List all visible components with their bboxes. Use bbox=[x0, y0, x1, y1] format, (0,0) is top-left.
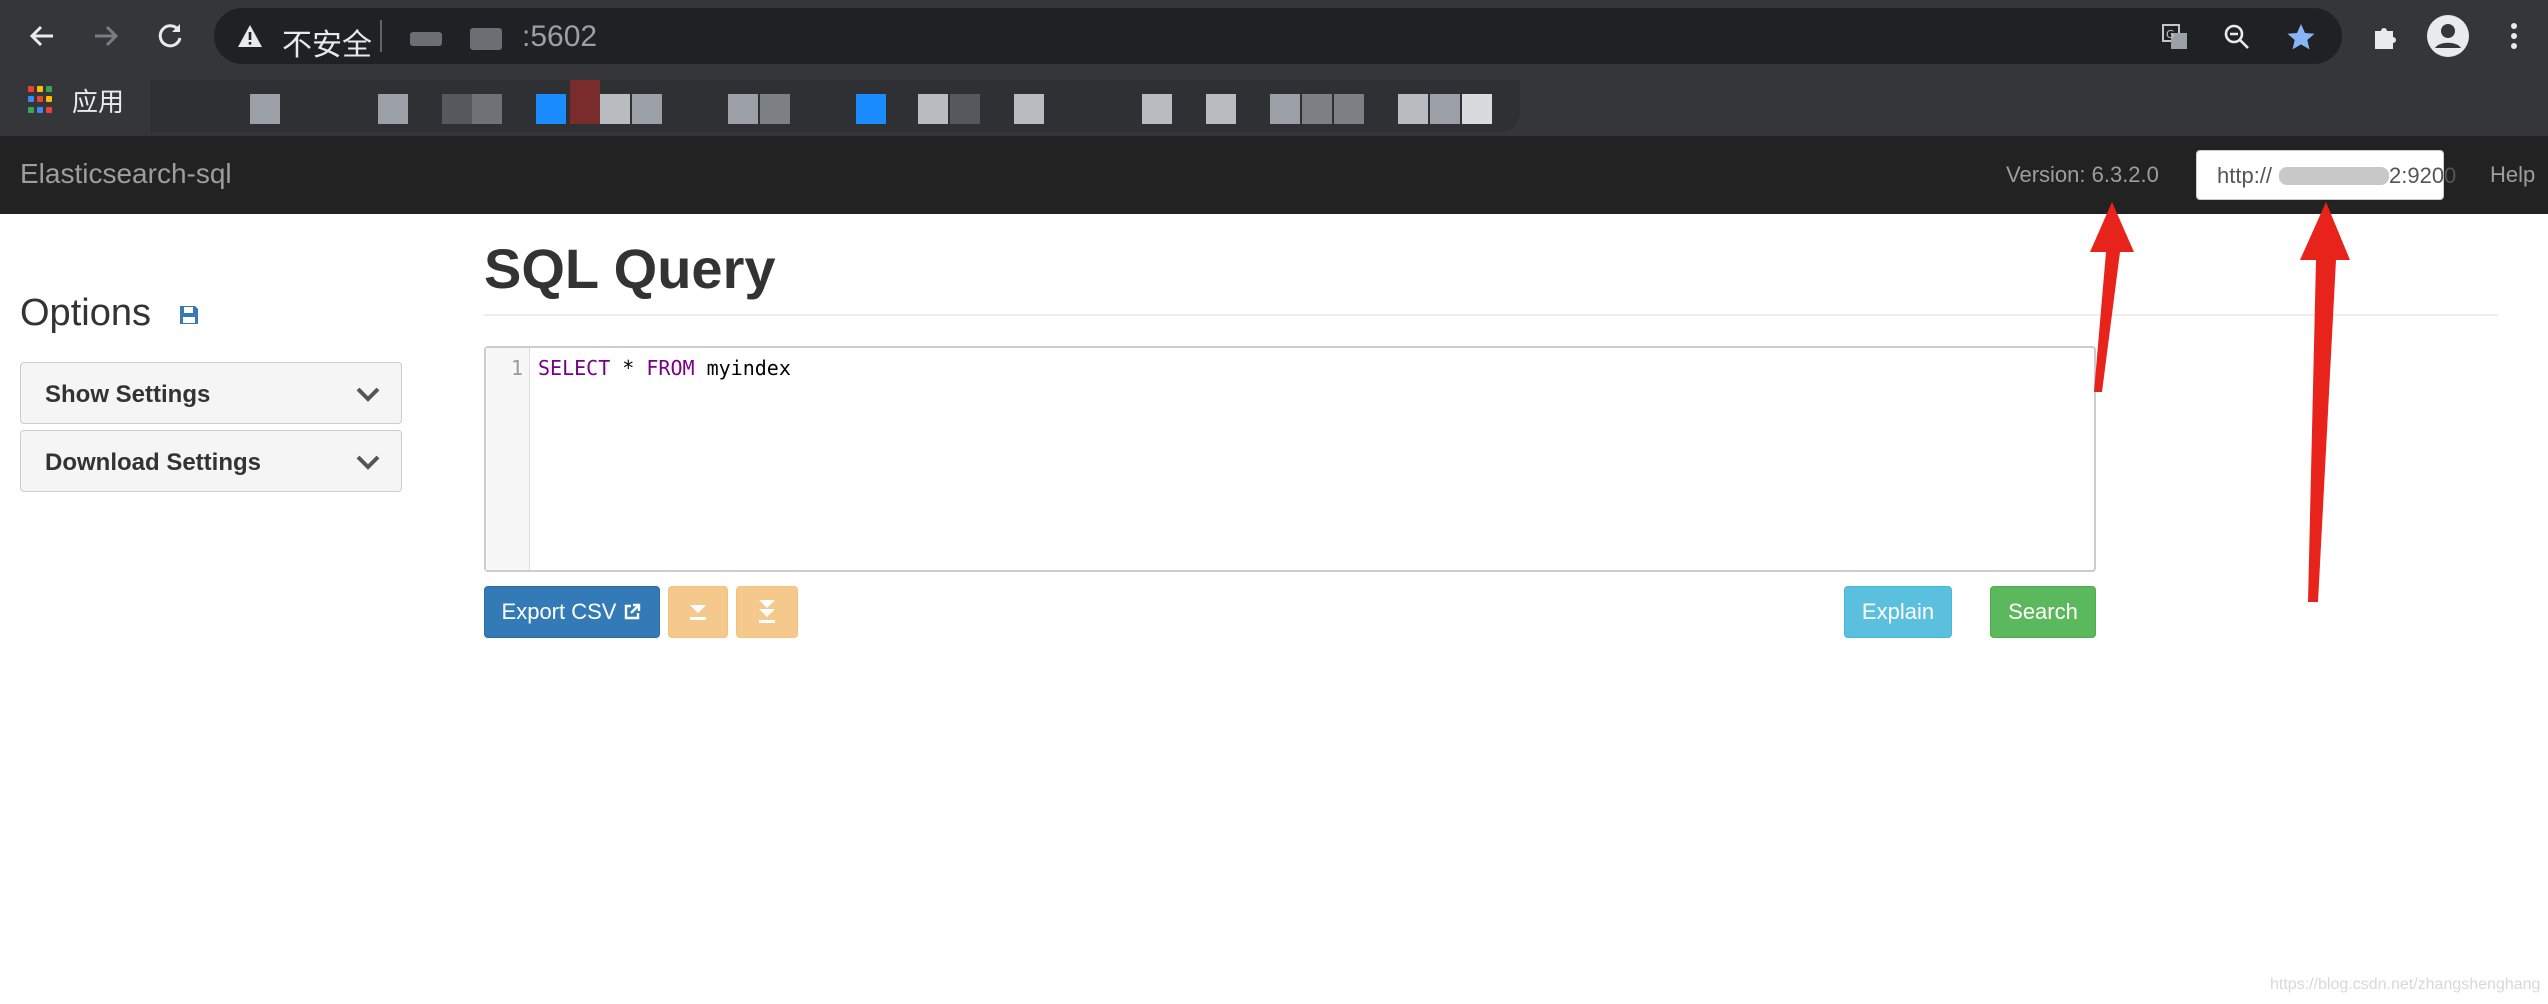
sql-code-line[interactable]: SELECT * FROM myindex bbox=[538, 356, 791, 380]
title-divider bbox=[484, 314, 2498, 316]
sql-table-name: myindex bbox=[694, 356, 791, 380]
translate-icon[interactable]: G bbox=[2160, 22, 2190, 52]
search-label: Search bbox=[2008, 599, 2078, 624]
host-prefix: http:// bbox=[2217, 163, 2273, 188]
redacted-bookmark bbox=[1462, 94, 1492, 124]
redacted-bookmark bbox=[1206, 94, 1236, 124]
profile-button[interactable] bbox=[2426, 14, 2470, 58]
apps-shortcut-label[interactable]: 应用 bbox=[72, 82, 124, 119]
redacted-bookmark bbox=[1334, 94, 1364, 124]
reload-icon bbox=[158, 24, 182, 48]
host-port: 2:9200 bbox=[2389, 163, 2457, 188]
bookmark-star-icon[interactable] bbox=[2286, 22, 2316, 52]
export-csv-button[interactable]: Export CSV bbox=[484, 586, 660, 638]
redacted-bookmark bbox=[472, 94, 502, 124]
search-button[interactable]: Search bbox=[1990, 586, 2096, 638]
save-icon[interactable] bbox=[178, 304, 200, 326]
show-settings-toggle[interactable]: Show Settings bbox=[20, 362, 402, 424]
redacted-bookmark bbox=[1142, 94, 1172, 124]
help-link[interactable]: Help bbox=[2490, 162, 2535, 188]
chevron-down-icon bbox=[356, 387, 380, 402]
options-heading: Options bbox=[20, 292, 151, 334]
zoom-out-icon[interactable] bbox=[2222, 22, 2252, 52]
browser-menu-button[interactable] bbox=[2492, 14, 2536, 58]
watermark: https://blog.csdn.net/zhangshenghang bbox=[2270, 976, 2541, 993]
page-title: SQL Query bbox=[484, 237, 776, 300]
show-settings-label: Show Settings bbox=[45, 381, 211, 408]
line-number: 1 bbox=[510, 356, 523, 380]
apps-grid-icon[interactable] bbox=[28, 86, 56, 114]
redacted-bookmark bbox=[250, 94, 280, 124]
export-csv-label: Export CSV bbox=[501, 599, 617, 624]
sql-star: * bbox=[610, 356, 647, 380]
redacted-bookmark bbox=[1270, 94, 1300, 124]
chevron-down-icon bbox=[356, 455, 380, 470]
redacted-bookmark bbox=[1398, 94, 1428, 124]
download-settings-toggle[interactable]: Download Settings bbox=[20, 430, 402, 492]
redacted-bookmark bbox=[728, 94, 758, 124]
extensions-button[interactable] bbox=[2364, 14, 2408, 58]
browser-toolbar: 不安全 :5602 G bbox=[0, 0, 2548, 72]
app-navbar: Elasticsearch-sql Version: 6.3.2.0 http:… bbox=[0, 136, 2548, 214]
version-label: Version: 6.3.2.0 bbox=[2006, 162, 2159, 187]
annotation-arrow-host bbox=[2300, 202, 2350, 602]
redacted-bookmark bbox=[918, 94, 948, 124]
redacted-bookmark bbox=[600, 94, 630, 124]
security-label: 不安全 bbox=[282, 28, 372, 63]
share-external-icon bbox=[625, 603, 641, 620]
explain-button[interactable]: Explain bbox=[1844, 586, 1952, 638]
svg-text:G: G bbox=[2166, 28, 2175, 41]
redacted-bookmark bbox=[570, 80, 600, 124]
redacted-host bbox=[470, 28, 502, 50]
annotation-arrow-version bbox=[2090, 202, 2134, 392]
puzzle-icon bbox=[2375, 28, 2396, 49]
download-settings-label: Download Settings bbox=[45, 449, 261, 476]
download-arrow-icon bbox=[690, 605, 706, 620]
explain-label: Explain bbox=[1861, 599, 1935, 624]
warning-icon bbox=[238, 25, 262, 47]
back-button[interactable] bbox=[20, 14, 64, 58]
editor-gutter: 1 bbox=[486, 348, 530, 570]
elasticsearch-host-input[interactable]: http:// 2:9200 bbox=[2196, 150, 2456, 200]
forward-arrow-icon bbox=[95, 25, 119, 47]
download-double-arrow-icon bbox=[759, 600, 775, 623]
redacted-bookmark bbox=[1302, 94, 1332, 124]
navbar-brand[interactable]: Elasticsearch-sql bbox=[20, 158, 232, 190]
reload-button[interactable] bbox=[148, 14, 192, 58]
redacted-bookmark bbox=[536, 94, 566, 124]
forward-button[interactable] bbox=[84, 14, 128, 58]
sql-keyword-from: FROM bbox=[646, 356, 695, 380]
redacted-bookmark bbox=[442, 94, 472, 124]
address-bar[interactable]: 不安全 :5602 G bbox=[214, 8, 2342, 64]
redacted-bookmark bbox=[632, 94, 662, 124]
sql-keyword-select: SELECT bbox=[538, 356, 611, 380]
back-arrow-icon bbox=[29, 25, 53, 47]
redacted-bookmark bbox=[950, 94, 980, 124]
redacted-bookmark bbox=[1014, 94, 1044, 124]
redacted-bookmark bbox=[760, 94, 790, 124]
redacted-bookmark bbox=[1430, 94, 1460, 124]
redacted-bookmark bbox=[856, 94, 886, 124]
download-page-button[interactable] bbox=[668, 586, 728, 638]
kebab-menu-icon bbox=[2511, 23, 2517, 49]
redacted-host bbox=[410, 32, 442, 46]
download-all-button[interactable] bbox=[736, 586, 798, 638]
url-text: :5602 bbox=[522, 20, 598, 53]
redacted-bookmark bbox=[378, 94, 408, 124]
sql-editor[interactable]: 1 SELECT * FROM myindex bbox=[484, 346, 2096, 572]
address-separator bbox=[380, 20, 382, 52]
avatar-icon bbox=[2427, 15, 2469, 57]
redacted-host bbox=[2279, 167, 2389, 185]
